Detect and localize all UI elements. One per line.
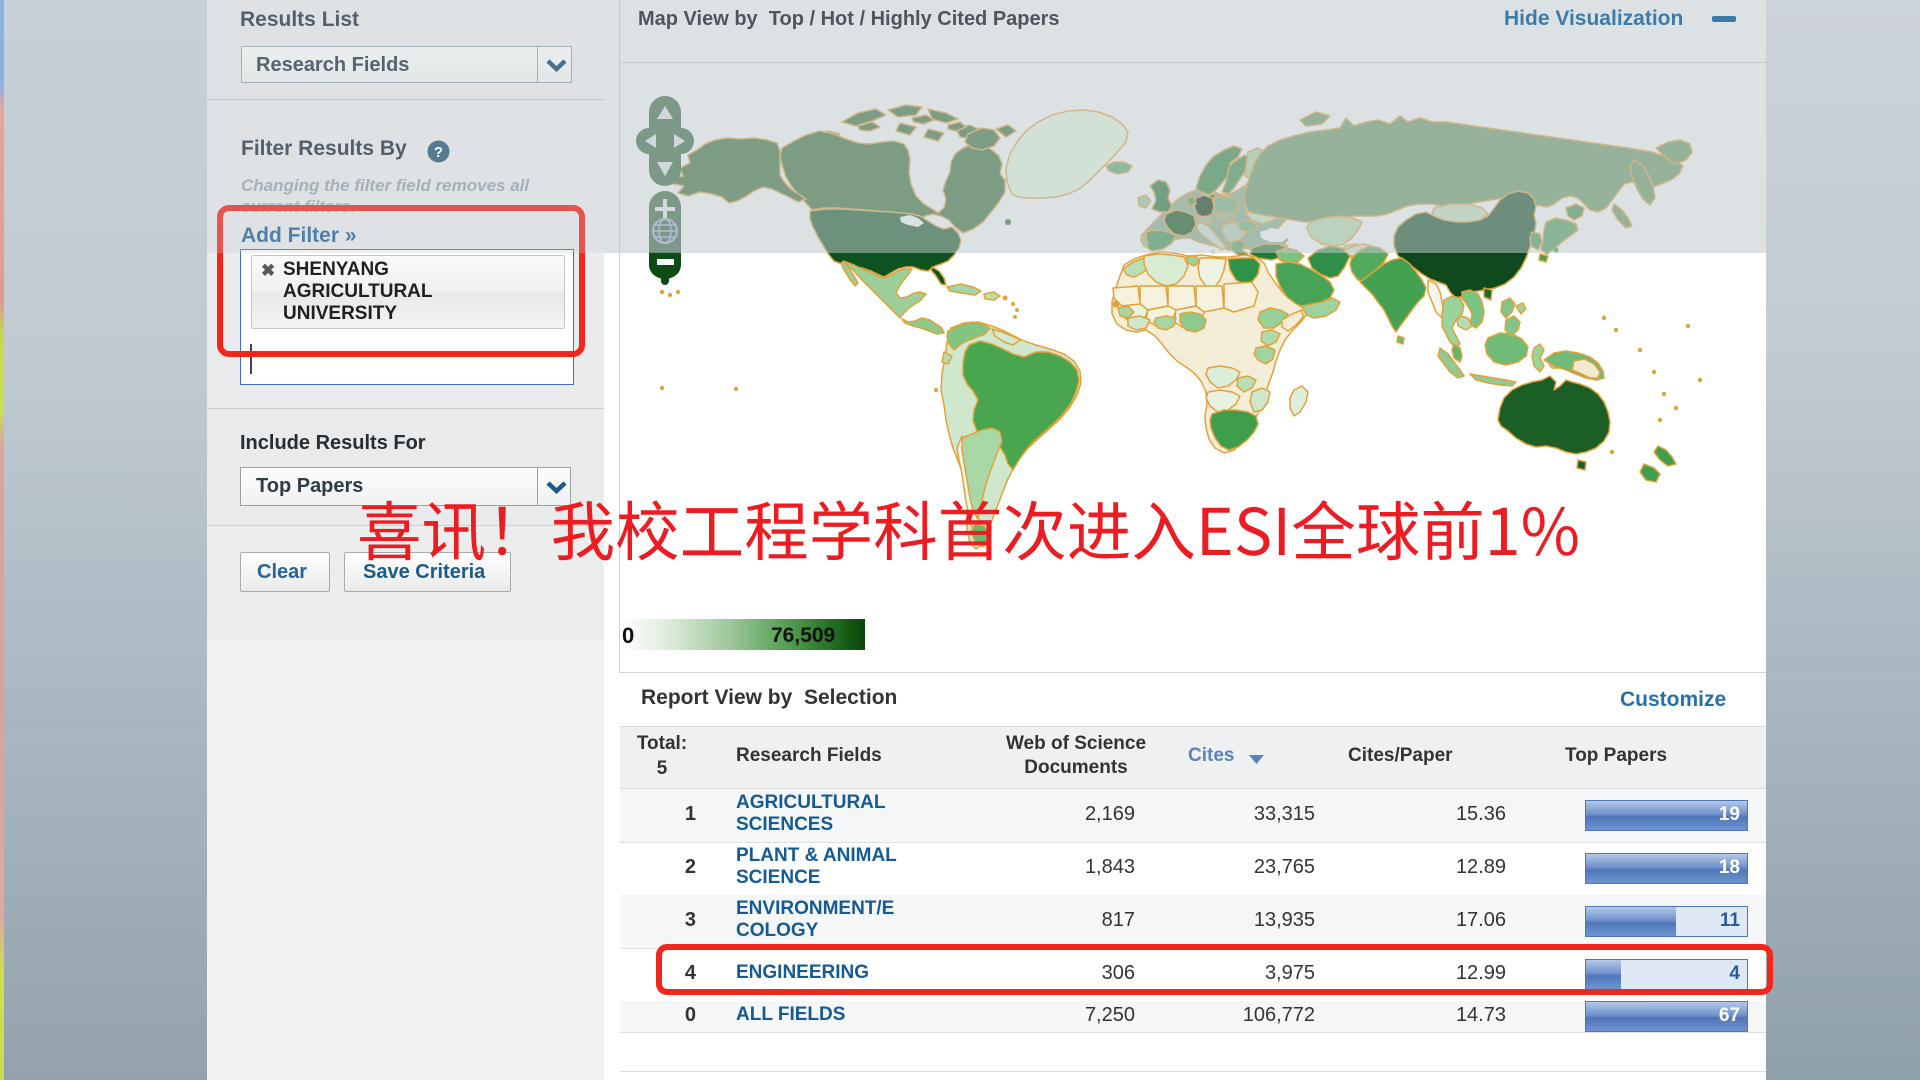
svg-text:?: ? xyxy=(434,144,443,161)
